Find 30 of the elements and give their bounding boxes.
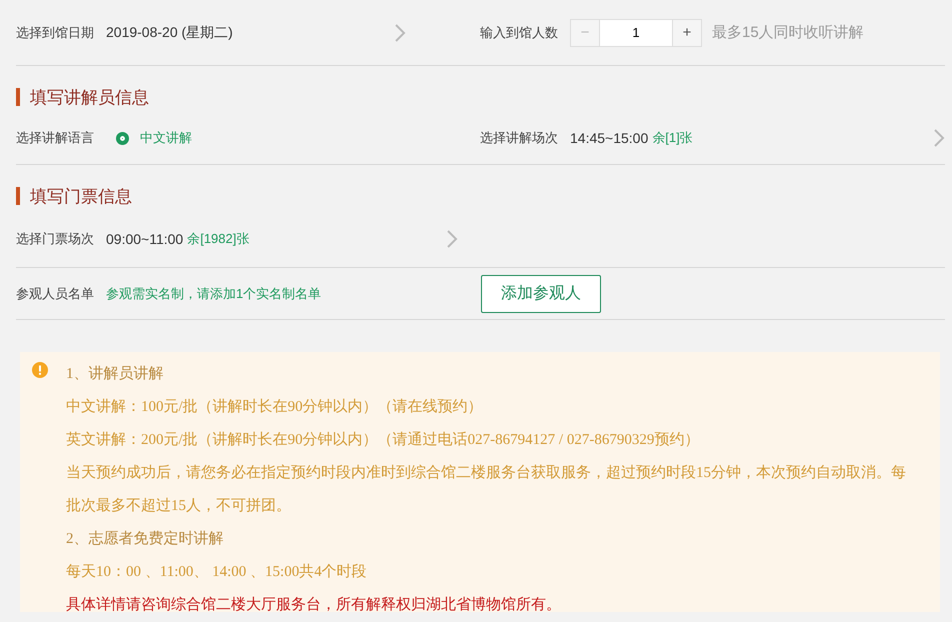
chevron-right-icon[interactable] (446, 229, 458, 249)
warning-icon (32, 362, 48, 378)
notice-text: 英文讲解：200元/批（讲解时长在90分钟以内）（请通过电话027-86794127 / 027-86790329预约） (66, 430, 700, 450)
section-marker (16, 88, 20, 106)
ticket-session-time[interactable]: 09:00~11:00 (106, 231, 184, 247)
section-title: 填写门票信息 (30, 186, 132, 208)
visitor-limit-hint: 最多15人同时收听讲解 (712, 23, 864, 42)
chevron-right-icon[interactable] (394, 22, 406, 42)
remaining-count: 余[1982]张 (187, 230, 250, 248)
add-visitor-button[interactable]: 添加参观人 (481, 274, 601, 312)
notice-text: 每天10：00 、11:00、 14:00 、15:00共4个时段 (66, 562, 368, 582)
chevron-right-icon[interactable] (933, 128, 945, 148)
date-value[interactable]: 2019-08-20 (星期二) (106, 24, 233, 42)
visitor-list-label: 参观人员名单 (16, 284, 94, 302)
notice-text: 具体详情请咨询综合馆二楼大厅服务台，所有解释权归湖北省博物馆所有。 (66, 596, 562, 615)
notice-text: 1、讲解员讲解 (66, 364, 164, 384)
section-marker (16, 187, 20, 205)
visitor-count-label: 输入到馆人数 (480, 24, 558, 42)
section-title: 填写讲解员信息 (30, 86, 149, 108)
guide-session-label: 选择讲解场次 (480, 129, 558, 147)
notice-text: 当天预约成功后，请您务必在指定预约时段内准时到综合馆二楼服务台获取服务，超过预约时段15分钟，本次预约自动取消。每批次最多不超过15人，不可拼团。 (66, 463, 907, 516)
notice-text: 2、志愿者免费定时讲解 (66, 529, 224, 549)
ticket-session-label: 选择门票场次 (16, 230, 94, 248)
language-label: 选择讲解语言 (16, 129, 94, 147)
notice-text: 中文讲解：100元/批（讲解时长在90分钟以内）（请在线预约） (66, 398, 484, 417)
remaining-count: 余[1]张 (652, 129, 693, 147)
guide-session-time[interactable]: 14:45~15:00 (570, 130, 648, 146)
increment-button[interactable]: + (673, 20, 701, 46)
date-label: 选择到馆日期 (16, 24, 94, 42)
real-name-note: 参观需实名制，请添加1个实名制名单 (106, 284, 322, 302)
